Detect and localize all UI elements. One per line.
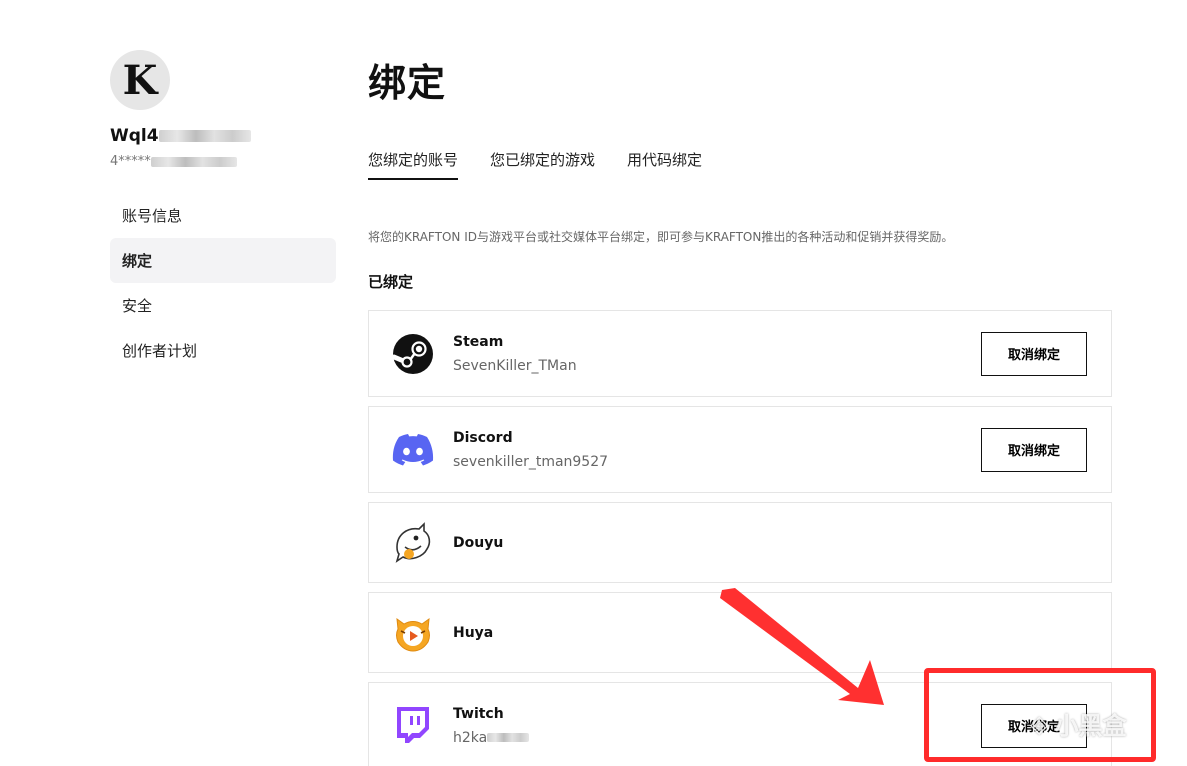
watermark-text: 小黑盒 xyxy=(1054,712,1127,740)
watermark-logo-icon: ◈ xyxy=(1030,709,1049,738)
annotation-arrow xyxy=(720,588,884,705)
watermark: ◈ 小黑盒 xyxy=(1030,706,1126,741)
